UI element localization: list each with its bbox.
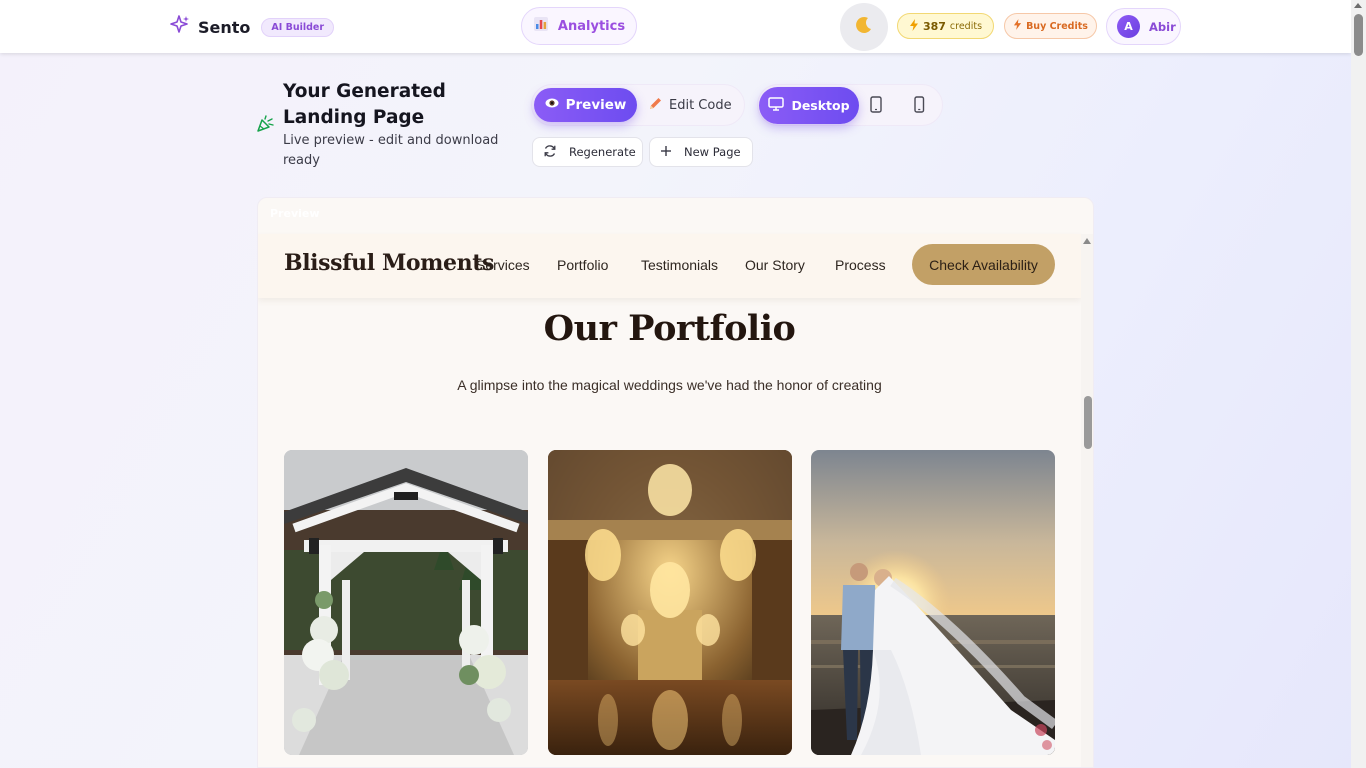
- site-navbar: Blissful Moments Services Portfolio Test…: [258, 234, 1081, 298]
- preview-frame-label: Preview: [270, 207, 320, 220]
- credits-label: credits: [949, 20, 983, 32]
- section-subtitle: A glimpse into the magical weddings we'v…: [457, 377, 882, 393]
- regenerate-label: Regenerate: [569, 145, 636, 159]
- check-availability-button[interactable]: Check Availability: [912, 244, 1055, 285]
- tablet-view-button[interactable]: [869, 96, 887, 114]
- credits-badge[interactable]: 387 credits: [897, 13, 994, 39]
- analytics-label: Analytics: [557, 18, 626, 34]
- device-toggle: Desktop: [757, 84, 943, 126]
- buy-credits-label: Buy Credits: [1026, 20, 1088, 32]
- monitor-icon: [768, 97, 785, 114]
- plus-icon: [660, 145, 672, 160]
- regenerate-button[interactable]: Regenerate: [532, 137, 643, 167]
- new-page-button[interactable]: New Page: [649, 137, 753, 167]
- desktop-view-button[interactable]: Desktop: [759, 87, 859, 124]
- preview-scrollbar[interactable]: [1081, 234, 1093, 767]
- top-navigation-bar: Sento AI Builder Analytics 387 credits B…: [0, 0, 1351, 53]
- theme-toggle-button[interactable]: [840, 3, 888, 51]
- preview-scrollbar-thumb[interactable]: [1084, 396, 1092, 449]
- sparkle-icon: [170, 15, 190, 40]
- nav-link-testimonials[interactable]: Testimonials: [641, 257, 718, 273]
- portfolio-image-couple-sunset[interactable]: [811, 450, 1055, 755]
- user-menu[interactable]: A Abir: [1106, 8, 1181, 45]
- edit-code-label: Edit Code: [669, 97, 732, 113]
- scrollbar-thumb[interactable]: [1354, 14, 1363, 56]
- preview-frame: Preview Blissful Moments Services Portfo…: [257, 197, 1094, 768]
- nav-link-services[interactable]: Services: [476, 257, 530, 273]
- credits-value: 387: [922, 19, 946, 33]
- nav-link-our-story[interactable]: Our Story: [745, 257, 805, 273]
- preview-scroll-up-arrow[interactable]: [1083, 238, 1091, 244]
- page-subtitle: Live preview - edit and download ready: [283, 133, 499, 168]
- desktop-label: Desktop: [791, 98, 850, 113]
- portfolio-image-gazebo[interactable]: [284, 450, 528, 755]
- mobile-icon: [912, 96, 926, 118]
- nav-link-process[interactable]: Process: [835, 257, 886, 273]
- lightning-icon: [909, 18, 919, 34]
- buy-credits-button[interactable]: Buy Credits: [1004, 13, 1097, 39]
- tablet-icon: [869, 96, 883, 118]
- scroll-up-arrow[interactable]: [1354, 3, 1362, 8]
- brand-name: Sento: [198, 18, 251, 37]
- moon-icon: [854, 15, 874, 40]
- page-title: Your Generated Landing Page: [283, 81, 446, 128]
- eye-icon: [545, 97, 559, 113]
- user-name: Abir: [1149, 19, 1176, 34]
- refresh-icon: [543, 144, 557, 161]
- pencil-icon: [649, 97, 662, 114]
- bar-chart-icon: [533, 16, 549, 36]
- analytics-button[interactable]: Analytics: [521, 7, 637, 45]
- brand-badge: AI Builder: [261, 18, 335, 37]
- mobile-view-button[interactable]: [912, 96, 930, 114]
- brand[interactable]: Sento AI Builder: [170, 15, 335, 40]
- lightning-icon: [1013, 19, 1022, 33]
- page-scrollbar[interactable]: [1351, 0, 1366, 768]
- party-popper-icon: [256, 115, 274, 133]
- preview-button[interactable]: Preview: [534, 88, 637, 122]
- new-page-label: New Page: [684, 145, 741, 159]
- section-title: Our Portfolio: [543, 308, 796, 349]
- site-logo[interactable]: Blissful Moments: [284, 250, 494, 276]
- view-mode-toggle: Preview Edit Code: [531, 84, 745, 126]
- preview-label: Preview: [565, 97, 627, 113]
- portfolio-image-ballroom[interactable]: [548, 450, 792, 755]
- nav-link-portfolio[interactable]: Portfolio: [557, 257, 608, 273]
- avatar: A: [1117, 15, 1140, 38]
- edit-code-button[interactable]: Edit Code: [649, 88, 739, 122]
